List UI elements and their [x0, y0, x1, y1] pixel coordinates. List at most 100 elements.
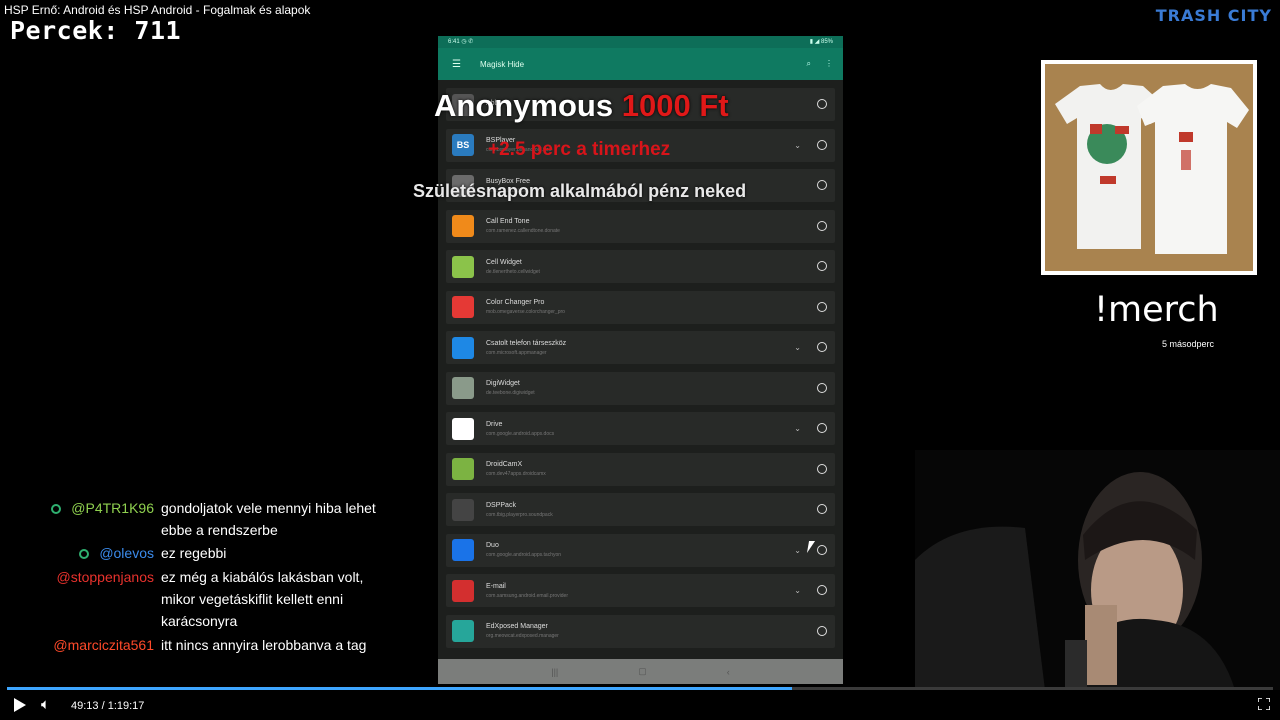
merch-timer: 5 másodperc	[1162, 339, 1215, 349]
search-icon[interactable]: ⌕	[807, 59, 811, 69]
merch-command: !merch	[1094, 290, 1219, 330]
chat-username: @stoppenjanos	[56, 566, 154, 588]
subscriber-badge-icon	[51, 504, 62, 515]
app-icon	[452, 620, 474, 642]
webcam-feed	[915, 450, 1280, 690]
progress-fill	[7, 687, 792, 690]
donation-alert-title: Anonymous 1000 Ft	[434, 88, 729, 124]
chat-text: karácsonyra	[161, 613, 238, 629]
chat-username: @P4TR1K96	[51, 497, 154, 519]
app-row[interactable]: EdXposed Manager org.meowcat.edxposed.man…	[446, 614, 835, 648]
chat-username-text: @marciczita561	[53, 637, 154, 653]
app-icon	[452, 215, 474, 237]
toolbar-title: Magisk Hide	[480, 59, 525, 69]
chevron-down-icon[interactable]: ⌄	[794, 424, 801, 433]
time-display: 49:13 / 1:19:17	[71, 700, 145, 712]
hide-toggle-radio[interactable]	[817, 180, 827, 190]
android-nav-bar: ||| ▢ ‹	[438, 659, 843, 684]
app-name: Duo	[486, 542, 499, 549]
merch-image	[1041, 60, 1257, 275]
more-options-icon[interactable]: ⋮	[825, 59, 833, 69]
status-left: 6:41 ◷ ✆	[448, 39, 474, 45]
app-package: org.meowcat.edxposed.manager	[486, 633, 559, 639]
hide-toggle-radio[interactable]	[817, 423, 827, 433]
app-package: com.dev47apps.droidcamx	[486, 471, 546, 477]
home-icon[interactable]: ▢	[638, 666, 647, 677]
app-icon	[452, 579, 474, 602]
hide-toggle-radio[interactable]	[817, 625, 827, 636]
app-row[interactable]: E-mail com.samsung.android.email.provider…	[446, 574, 835, 607]
hide-toggle-radio[interactable]	[817, 382, 827, 393]
app-icon	[452, 255, 474, 278]
app-name: EdXposed Manager	[486, 623, 548, 630]
video-title: HSP Ernő: Android és HSP Android - Fogal…	[4, 3, 311, 17]
app-row[interactable]: Call End Tone com.ramenez.callendtone.don…	[446, 209, 835, 243]
chat-username-text: @olevos	[99, 545, 154, 561]
donor-name: Anonymous	[434, 88, 614, 123]
volume-icon[interactable]: 🔈︎	[41, 696, 50, 713]
app-icon	[452, 296, 474, 318]
app-name: DSPPack	[486, 501, 516, 509]
donation-message: Születésnapom alkalmából pénz neked	[413, 181, 747, 201]
app-list: Abby BS BSPlayer com.bsplayer.bspandroid.fr…	[446, 88, 835, 655]
subscriber-badge-icon	[79, 549, 90, 560]
chat-username: @olevos	[79, 542, 154, 564]
back-icon[interactable]: ‹	[727, 667, 730, 677]
chevron-down-icon[interactable]: ⌄	[794, 141, 801, 150]
progress-bar[interactable]	[7, 687, 1273, 690]
hide-toggle-radio[interactable]	[817, 301, 827, 312]
status-right: ▮ ◢ 85%	[809, 39, 833, 45]
hide-toggle-radio[interactable]	[817, 463, 827, 474]
hide-toggle-radio[interactable]	[817, 99, 827, 109]
app-icon	[452, 539, 474, 561]
app-row[interactable]: Duo com.google.android.apps.tachyon ⌄	[446, 533, 835, 567]
app-icon: BS	[452, 134, 474, 156]
chat-text: itt nincs annyira lerobbanva a tag	[161, 637, 367, 653]
chevron-down-icon[interactable]: ⌄	[794, 546, 801, 555]
fullscreen-icon[interactable]	[1257, 697, 1271, 711]
app-name: Csatolt telefon társeszköz	[486, 339, 567, 347]
chat-text: ez még a kiabálós lakásban volt,	[161, 569, 364, 585]
app-package: com.google.android.apps.tachyon	[486, 552, 562, 558]
app-row[interactable]: DSPPack com.tbig.playerpro.soundpack	[446, 493, 835, 526]
hide-toggle-radio[interactable]	[817, 139, 827, 150]
play-icon[interactable]	[14, 698, 26, 712]
chevron-down-icon[interactable]: ⌄	[794, 343, 801, 352]
donation-amount: 1000 Ft	[621, 88, 729, 123]
hide-toggle-radio[interactable]	[817, 220, 827, 231]
phone-status-bar: 6:41 ◷ ✆ ▮ ◢ 85%	[438, 36, 843, 48]
minutes-counter: Percek: 711	[10, 16, 182, 45]
donation-bonus: +2.5 perc a timerhez	[488, 139, 671, 160]
app-row[interactable]: Csatolt telefon társeszköz com.microsoft.…	[446, 331, 835, 364]
app-name: Color Changer Pro	[486, 299, 545, 306]
chat-username: @marciczita561	[53, 634, 154, 656]
app-name: DroidCamX	[486, 461, 523, 468]
hide-toggle-radio[interactable]	[817, 585, 827, 595]
app-icon	[452, 417, 474, 440]
chat-text: ebbe a rendszerbe	[161, 522, 278, 538]
magisk-toolbar: ☰ Magisk Hide ⌕ ⋮	[438, 48, 843, 80]
chat-username-text: @stoppenjanos	[56, 569, 154, 585]
app-name: DigiWidget	[486, 380, 520, 387]
hide-toggle-radio[interactable]	[817, 342, 827, 352]
app-row[interactable]: DigiWidget de.teebone.digiwidget	[446, 371, 835, 405]
app-package: de.tlenertheto.cellwidget	[486, 268, 540, 275]
hamburger-menu-icon[interactable]: ☰	[452, 59, 462, 70]
hide-toggle-radio[interactable]	[817, 544, 827, 555]
app-icon	[452, 336, 474, 359]
app-name: Cell Widget	[486, 258, 522, 266]
app-row[interactable]: Color Changer Pro mob.omegaverse.colorcha…	[446, 290, 835, 324]
app-row[interactable]: DroidCamX com.dev47apps.droidcamx	[446, 452, 835, 486]
tshirt-photo	[1045, 64, 1253, 271]
app-row[interactable]: Drive com.google.android.apps.docs ⌄	[446, 412, 835, 445]
app-icon	[452, 498, 474, 521]
chevron-down-icon[interactable]: ⌄	[794, 586, 801, 595]
player-controls	[0, 692, 1280, 720]
recents-icon[interactable]: |||	[551, 667, 558, 677]
app-name: Drive	[486, 420, 503, 428]
hide-toggle-radio[interactable]	[817, 504, 827, 514]
app-row[interactable]: Cell Widget de.tlenertheto.cellwidget	[446, 250, 835, 283]
app-name: Call End Tone	[486, 218, 530, 225]
hide-toggle-radio[interactable]	[817, 261, 827, 271]
app-icon	[452, 458, 474, 480]
